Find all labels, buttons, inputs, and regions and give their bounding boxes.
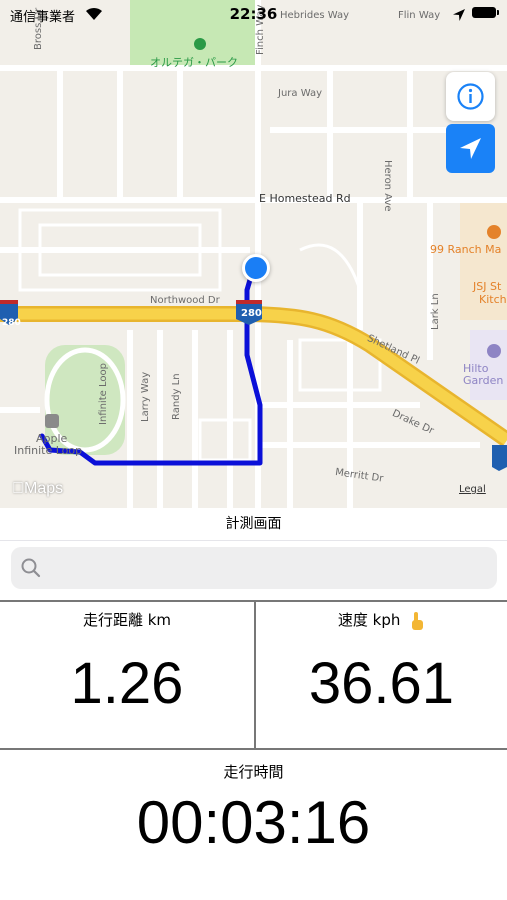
current-location-button[interactable]	[446, 124, 495, 173]
status-time: 22:36	[229, 5, 278, 23]
location-arrow-status-icon	[453, 9, 465, 21]
search-icon	[21, 558, 41, 578]
map-label-northwood-dr: Northwood Dr	[150, 295, 220, 306]
map-label-kitch: Kitch	[479, 293, 507, 306]
location-arrow-icon	[460, 138, 481, 159]
map-info-button[interactable]	[446, 72, 495, 121]
market-poi-icon	[487, 225, 501, 239]
hotel-poi-icon	[487, 344, 501, 358]
pointing-hand-icon	[412, 611, 424, 630]
elapsed-time-label: 走行時間	[223, 763, 284, 781]
search-input[interactable]	[53, 547, 493, 591]
highway-label-1: 280	[2, 318, 21, 328]
legal-link[interactable]: Legal	[459, 484, 486, 495]
map-label-jsj: JSJ St	[473, 280, 502, 293]
highway-label-2: 280	[241, 308, 262, 319]
speed-label-wrap: 速度 kph	[256, 609, 507, 631]
speed-value: 36.61	[308, 651, 455, 716]
park-poi-icon	[194, 38, 206, 50]
status-bar: 通信事業者 22:36	[0, 0, 507, 28]
search-bar[interactable]	[11, 547, 497, 591]
map-label-infinite-loop-poi: Infinite Loop	[14, 444, 83, 457]
map-label-lark-ln: Lark Ln	[430, 293, 441, 330]
maps-logo-text: Maps	[12, 480, 63, 497]
user-location-dot	[242, 254, 270, 282]
info-icon	[457, 83, 484, 110]
map-label-larry-way: Larry Way	[140, 371, 151, 422]
map-label-randy-ln: Randy Ln	[171, 373, 182, 420]
battery-icon	[472, 7, 499, 18]
elapsed-time-value: 00:03:16	[136, 789, 371, 856]
map-label-garden: Garden	[463, 374, 504, 387]
distance-label: 走行距離 km	[82, 611, 172, 629]
map-label-heron-ave: Heron Ave	[382, 160, 393, 212]
map-label-jura-way: Jura Way	[278, 88, 322, 99]
speed-label: 速度 kph	[337, 611, 401, 629]
map-label-infinite-loop: Infinite Loop	[98, 363, 109, 425]
apple-poi-icon	[45, 414, 59, 428]
maps-logo: Maps	[12, 480, 63, 498]
map-label-homestead-rd: E Homestead Rd	[259, 192, 351, 205]
map-label-park: オルテガ・パーク	[150, 56, 238, 69]
map-label-ranch-market: 99 Ranch Ma	[430, 243, 502, 256]
map-view[interactable]: オルテガ・パーク Hebrides Way Flin Way Jura Way …	[0, 0, 507, 508]
apple-logo-icon: 	[12, 480, 24, 497]
page-title: 計測画面	[0, 508, 507, 541]
distance-value: 1.26	[70, 651, 184, 716]
